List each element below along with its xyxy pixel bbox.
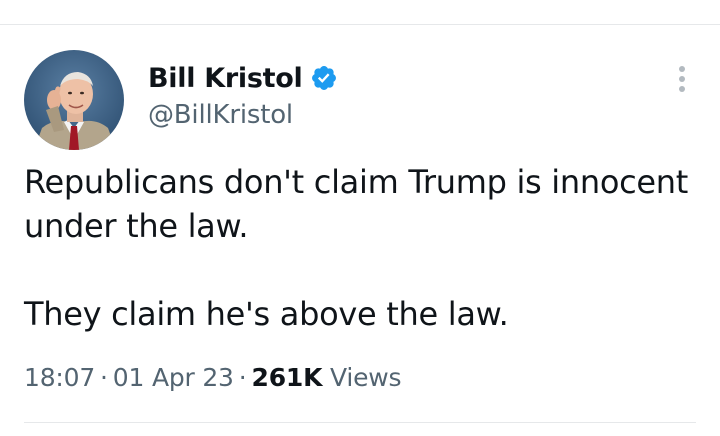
top-divider: [0, 24, 720, 25]
meta-separator: ·: [100, 363, 108, 392]
more-dot: [679, 86, 685, 92]
author-handle[interactable]: @BillKristol: [148, 100, 293, 130]
views-label: Views: [330, 363, 402, 392]
more-dot: [679, 66, 685, 72]
more-dot: [679, 76, 685, 82]
tweet-time[interactable]: 18:07: [24, 363, 95, 392]
bottom-divider: [24, 422, 696, 423]
tweet-text: Republicans don't claim Trump is innocen…: [24, 160, 696, 336]
verified-badge-icon: [310, 64, 338, 92]
author-name-row[interactable]: Bill Kristol: [148, 60, 338, 96]
tweet-date[interactable]: 01 Apr 23: [113, 363, 234, 392]
tweet-meta: 18:07 · 01 Apr 23 · 261K Views: [24, 363, 402, 392]
meta-separator: ·: [238, 363, 247, 392]
tweet-paragraph: They claim he's above the law.: [24, 295, 509, 333]
tweet-paragraph: Republicans don't claim Trump is innocen…: [24, 163, 689, 245]
author-display-name[interactable]: Bill Kristol: [148, 63, 303, 94]
more-options-icon[interactable]: [668, 62, 696, 96]
avatar[interactable]: [24, 50, 124, 150]
views-count[interactable]: 261K: [252, 363, 323, 392]
avatar-photo: [24, 50, 124, 150]
